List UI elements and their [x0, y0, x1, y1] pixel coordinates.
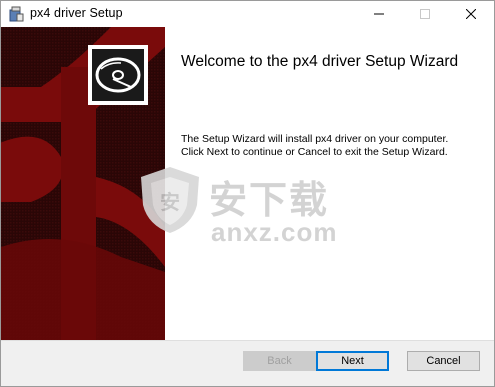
next-button[interactable]: Next	[316, 351, 389, 371]
close-icon	[466, 9, 476, 19]
wizard-content: Welcome to the px4 driver Setup Wizard T…	[1, 27, 494, 340]
maximize-icon	[420, 9, 430, 19]
minimize-icon	[374, 13, 384, 15]
watermark-site-text: anxz.com	[211, 217, 338, 247]
welcome-heading: Welcome to the px4 driver Setup Wizard	[181, 53, 459, 70]
shield-icon: 安	[141, 167, 199, 233]
description-line-1: The Setup Wizard will install px4 driver…	[181, 133, 449, 145]
watermark: 安 安下载 anxz.com	[137, 157, 367, 267]
minimize-button[interactable]	[356, 1, 402, 27]
close-button[interactable]	[448, 1, 494, 27]
wizard-description: The Setup Wizard will install px4 driver…	[181, 133, 481, 159]
cancel-button[interactable]: Cancel	[407, 351, 480, 371]
maximize-button	[402, 1, 448, 27]
svg-text:安: 安	[160, 190, 180, 214]
installer-icon	[9, 6, 24, 22]
watermark-cn-text: 安下载	[209, 178, 330, 222]
back-button: Back	[243, 351, 316, 371]
window-title: px4 driver Setup	[30, 6, 123, 20]
footer-separator	[1, 340, 494, 341]
title-bar: px4 driver Setup	[1, 1, 494, 27]
setup-window: px4 driver Setup Welcome to the px4 driv…	[0, 0, 495, 387]
